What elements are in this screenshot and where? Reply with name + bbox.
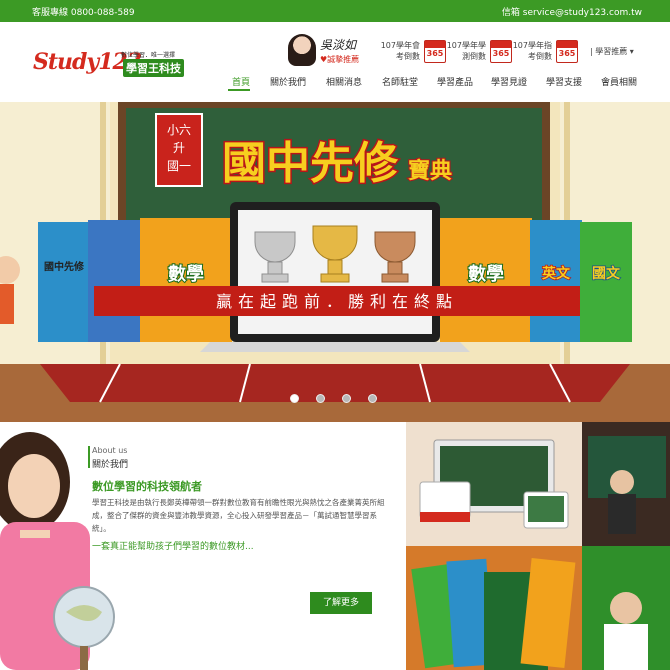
slider-dots xyxy=(0,394,670,404)
hero-banner[interactable]: 小六 升 國一 國中先修 寶典 數學 國中先修 數學 英文 國文 贏在起跑前．勝… xyxy=(0,102,670,422)
about-body: 學習王科技是由執行長鄭英樺帶領一群對數位教育有前瞻性眼光與熱忱之各產業菁英所組成… xyxy=(92,498,385,533)
countdown-days: 365 xyxy=(492,49,510,58)
book-label-preview: 國中先修 xyxy=(44,260,85,273)
about-title-english: About us xyxy=(92,446,128,455)
slider-dot-3[interactable] xyxy=(342,394,351,403)
nav-item-about[interactable]: 關於我們 xyxy=(270,75,306,88)
hero-illustration: 小六 升 國一 國中先修 寶典 數學 國中先修 數學 英文 國文 贏在起跑前．勝… xyxy=(0,102,670,422)
endorser-signature: 吳淡如 xyxy=(320,38,357,52)
hotline-text: 客服專線 0800-088-589 xyxy=(32,8,135,18)
hero-banner-slogan: 贏在起跑前．勝利在終點 xyxy=(216,292,458,311)
nav-item-support[interactable]: 學習支援 xyxy=(546,75,582,88)
devices-image xyxy=(406,422,582,546)
endorser-photo xyxy=(288,34,316,66)
books-image xyxy=(406,546,582,670)
product-tile-devices[interactable] xyxy=(406,422,582,546)
nav-item-testimonials[interactable]: 學習見證 xyxy=(491,75,527,88)
learn-more-button[interactable]: 了解更多 xyxy=(310,592,372,614)
top-bar: 客服專線 0800-088-589 信箱 service@study123.co… xyxy=(0,0,670,22)
calendar-icon: 365 xyxy=(556,40,578,63)
product-tile-students[interactable] xyxy=(582,546,670,670)
about-section: About us 關於我們 數位學習的科技領航者 學習王科技是由執行長鄭英樺帶領… xyxy=(0,422,406,670)
slider-dot-2[interactable] xyxy=(316,394,325,403)
hero-title: 國中先修 xyxy=(222,138,399,189)
email-text[interactable]: 信箱 service@study123.com.tw xyxy=(502,5,642,18)
celebrity-endorsement: 吳淡如 ♥誠摯推薦 xyxy=(288,34,378,70)
hero-title-suffix: 寶典 xyxy=(408,158,452,184)
nav-item-teachers[interactable]: 名師駐堂 xyxy=(382,75,418,88)
nav-active-underline xyxy=(228,89,250,91)
countdown-huikao: 107學年會考倒數 365 xyxy=(378,40,448,64)
about-tagline: 一套真正能幫助孩子們學習的數位教材... xyxy=(92,542,254,552)
about-accent-bar xyxy=(88,446,90,468)
countdown-label: 107學年會考倒數 xyxy=(380,41,420,61)
teacher-image xyxy=(582,422,670,546)
logo-tagline: 數位學習．唯一選擇 xyxy=(121,52,176,59)
hero-badge-line1: 小六 xyxy=(167,123,191,137)
countdown-days: 365 xyxy=(426,49,444,58)
nav-item-member[interactable]: 會員相關 xyxy=(601,75,637,88)
nav-item-products[interactable]: 學習產品 xyxy=(437,75,473,88)
main-nav: 首頁 關於我們 相關消息 名師駐堂 學習產品 學習見證 學習支援 會員相關 xyxy=(0,72,670,94)
slider-dot-4[interactable] xyxy=(368,394,377,403)
hero-badge-line3: 國一 xyxy=(167,159,191,173)
hero-badge-line2: 升 xyxy=(173,141,185,155)
countdown-label: 107學年學測倒數 xyxy=(446,41,486,61)
countdown-days: 365 xyxy=(558,49,576,58)
endorse-label: ♥誠摯推薦 xyxy=(320,55,360,64)
product-tile-books[interactable] xyxy=(406,546,582,670)
about-title-chinese: 關於我們 xyxy=(92,460,129,470)
nav-item-news[interactable]: 相關消息 xyxy=(326,75,362,88)
countdown-label: 107學年指考倒數 xyxy=(512,41,552,61)
nav-item-home[interactable]: 首頁 xyxy=(232,75,250,88)
students-image xyxy=(582,546,670,670)
book-label-math-left: 數學 xyxy=(168,264,204,285)
learning-recommend-dropdown[interactable]: | 學習推薦 ▾ xyxy=(590,46,634,57)
book-label-english: 英文 xyxy=(541,265,571,282)
countdown-xuece: 107學年學測倒數 365 xyxy=(444,40,514,64)
calendar-icon: 365 xyxy=(490,40,512,63)
product-tile-teacher[interactable] xyxy=(582,422,670,546)
countdown-zhikao: 107學年指考倒數 365 xyxy=(510,40,580,64)
slider-dot-1[interactable] xyxy=(290,394,299,403)
calendar-icon: 365 xyxy=(424,40,446,63)
book-label-math-right: 數學 xyxy=(468,264,504,285)
book-label-chinese: 國文 xyxy=(592,265,621,282)
about-headline: 數位學習的科技領航者 xyxy=(92,480,202,493)
